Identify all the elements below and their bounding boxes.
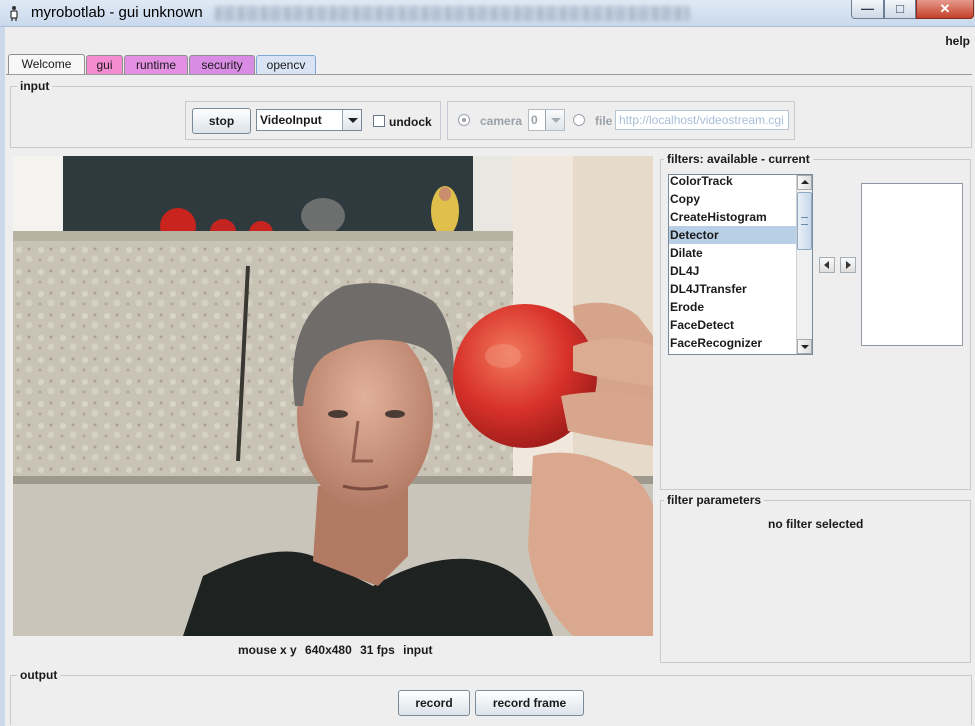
maximize-icon: □ bbox=[896, 1, 904, 16]
input-panel-title: input bbox=[17, 79, 53, 93]
filter-item[interactable]: Erode bbox=[669, 298, 797, 316]
mouse-coordinates: mouse x y bbox=[238, 643, 297, 657]
filters-panel-title: filters: available - current bbox=[664, 152, 813, 166]
filter-item[interactable]: DL4J bbox=[669, 262, 797, 280]
record-button[interactable]: record bbox=[398, 690, 470, 716]
close-button[interactable]: ✕ bbox=[916, 0, 974, 19]
tab-runtime[interactable]: runtime bbox=[124, 55, 188, 74]
filter-item[interactable]: ColorTrack bbox=[669, 175, 797, 190]
tab-opencv[interactable]: opencv bbox=[256, 55, 316, 74]
tab-divider bbox=[6, 74, 972, 75]
camera-index-select[interactable]: 0 bbox=[528, 109, 565, 131]
filter-item[interactable]: DL4JTransfer bbox=[669, 280, 797, 298]
menu-bar: help bbox=[5, 30, 975, 52]
output-panel-title: output bbox=[17, 668, 61, 682]
undock-label: undock bbox=[389, 115, 432, 129]
camera-radio[interactable] bbox=[458, 114, 470, 126]
maximize-button[interactable]: □ bbox=[884, 0, 916, 19]
camera-label: camera bbox=[480, 114, 523, 128]
close-icon: ✕ bbox=[939, 1, 951, 16]
video-fps: 31 fps bbox=[360, 643, 395, 657]
tab-security[interactable]: security bbox=[189, 55, 255, 74]
filter-item-selected[interactable]: Detector bbox=[669, 226, 797, 244]
minimize-button[interactable]: — bbox=[851, 0, 884, 19]
title-bar: myrobotlab - gui unknown — □ ✕ bbox=[0, 0, 975, 27]
tab-strip: Welcome gui runtime security opencv bbox=[8, 54, 317, 74]
filter-parameters-title: filter parameters bbox=[664, 493, 765, 507]
robot-app-icon bbox=[10, 6, 18, 21]
scroll-down-arrow-icon[interactable] bbox=[797, 339, 812, 354]
filters-scrollbar[interactable] bbox=[796, 175, 812, 354]
current-filters-list[interactable] bbox=[861, 183, 963, 346]
minimize-icon: — bbox=[861, 1, 874, 16]
file-radio[interactable] bbox=[573, 114, 585, 126]
file-label: file bbox=[595, 114, 613, 128]
camera-frame-image bbox=[13, 156, 653, 636]
filter-item[interactable]: CreateHistogram bbox=[669, 208, 797, 226]
filter-item[interactable]: FaceDetect bbox=[669, 316, 797, 334]
tab-gui[interactable]: gui bbox=[86, 55, 123, 74]
video-mode: input bbox=[403, 643, 433, 657]
no-filter-message: no filter selected bbox=[768, 517, 864, 531]
chevron-down-icon bbox=[342, 110, 361, 130]
help-menu[interactable]: help bbox=[945, 34, 970, 48]
filter-item[interactable]: Dilate bbox=[669, 244, 797, 262]
chevron-down-icon bbox=[545, 110, 564, 130]
add-filter-arrow-icon[interactable] bbox=[840, 257, 856, 273]
video-resolution: 640x480 bbox=[305, 643, 352, 657]
stop-button[interactable]: stop bbox=[192, 108, 251, 134]
tab-welcome[interactable]: Welcome bbox=[8, 54, 85, 74]
available-filters-list[interactable]: ColorTrack Copy CreateHistogram Detector… bbox=[668, 174, 813, 355]
video-source-select[interactable]: VideoInput bbox=[256, 109, 362, 131]
video-display[interactable] bbox=[13, 156, 653, 636]
scroll-thumb[interactable] bbox=[797, 192, 812, 250]
filter-item[interactable]: FaceRecognizer bbox=[669, 334, 797, 352]
window-title: myrobotlab - gui unknown bbox=[31, 4, 203, 21]
blurred-title-region bbox=[215, 6, 690, 21]
video-status-bar: mouse x y 640x480 31 fps input bbox=[238, 643, 437, 657]
undock-checkbox[interactable] bbox=[373, 115, 385, 127]
filter-item[interactable]: Copy bbox=[669, 190, 797, 208]
scroll-up-arrow-icon[interactable] bbox=[797, 175, 812, 190]
file-url-input[interactable]: http://localhost/videostream.cgi bbox=[615, 110, 789, 130]
camera-index-value: 0 bbox=[531, 113, 538, 127]
record-frame-button[interactable]: record frame bbox=[475, 690, 584, 716]
video-source-value: VideoInput bbox=[260, 113, 322, 127]
remove-filter-arrow-icon[interactable] bbox=[819, 257, 835, 273]
